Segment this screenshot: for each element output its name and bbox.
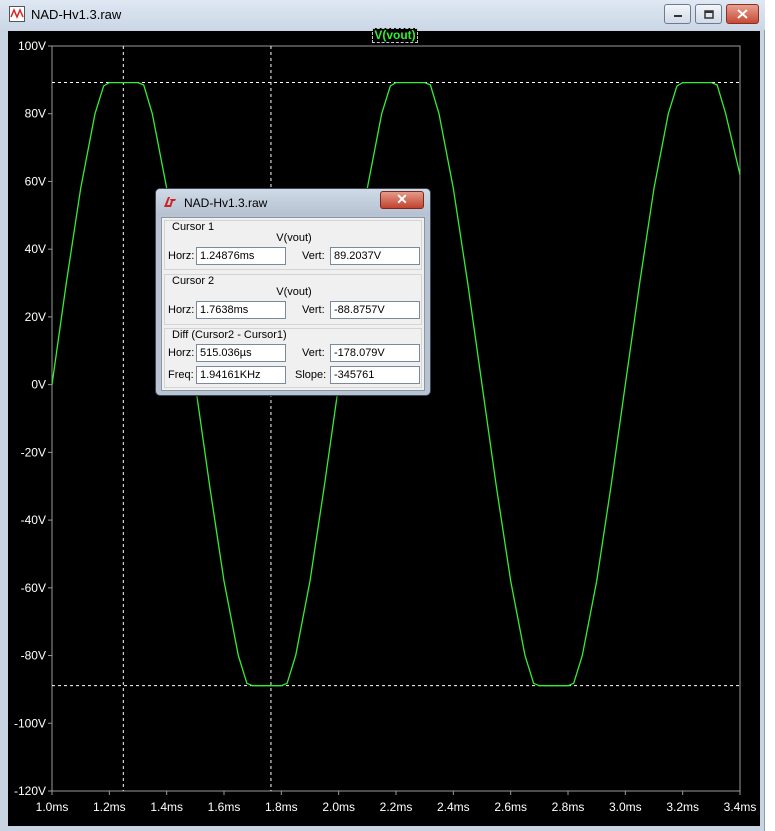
cursor-dialog: NAD-Hv1.3.raw ✕ Cursor 1 V(vout) Horz: 1… xyxy=(155,188,431,396)
waveform-window: NAD-Hv1.3.raw 100V 80V 60V 40V 20V 0V -20V -40V… xyxy=(0,0,765,831)
cursor1-vert-label: Vert: xyxy=(302,250,325,262)
cursor2-vert-field[interactable]: -88.8757V xyxy=(330,301,420,319)
y-tick-label: -60V xyxy=(21,581,46,595)
cursor2-vert-label: Vert: xyxy=(302,304,325,316)
plot-border xyxy=(51,45,741,792)
diff-vert-field[interactable]: -178.079V xyxy=(330,344,420,362)
cursor2-horz-label: Horz: xyxy=(168,304,195,316)
y-tick-label: -20V xyxy=(21,445,46,459)
diff-freq-label: Freq: xyxy=(168,369,194,381)
waveform-plot[interactable]: 100V 80V 60V 40V 20V 0V -20V -40V -60V -80V -100V -… xyxy=(0,0,765,831)
dialog-close-button[interactable]: ✕ xyxy=(380,191,424,209)
cursor2-signal: V(vout) xyxy=(276,286,312,298)
x-tick-label: 2.6ms xyxy=(494,800,527,814)
cursor1-vert-field[interactable]: 89.2037V xyxy=(330,247,420,265)
y-tick-label: 0V xyxy=(31,378,46,392)
diff-group: Diff (Cursor2 - Cursor1) Horz: 515.036µs… xyxy=(164,328,422,388)
y-tick-label: -40V xyxy=(21,513,46,527)
y-tick-label: 100V xyxy=(18,39,46,53)
cursor1-group: Cursor 1 V(vout) Horz: 1.24876ms Vert: 8… xyxy=(164,220,422,270)
cursor1-signal: V(vout) xyxy=(276,232,312,244)
diff-slope-label: Slope: xyxy=(295,369,327,381)
x-tick-label: 2.4ms xyxy=(437,800,470,814)
close-icon: ✕ xyxy=(396,191,408,207)
diff-horz-field[interactable]: 515.036µs xyxy=(196,344,286,362)
cursor1-horz-field[interactable]: 1.24876ms xyxy=(196,247,286,265)
diff-title: Diff (Cursor2 - Cursor1) xyxy=(172,329,287,341)
diff-slope-field[interactable]: -345761 xyxy=(330,366,420,384)
cursor2-group: Cursor 2 V(vout) Horz: 1.7638ms Vert: -8… xyxy=(164,274,422,325)
y-tick-label: 40V xyxy=(25,242,46,256)
x-tick-label: 2.0ms xyxy=(322,800,355,814)
dialog-titlebar[interactable]: NAD-Hv1.3.raw ✕ xyxy=(156,189,430,215)
x-tick-label: 1.2ms xyxy=(93,800,126,814)
cursor2-horz-field[interactable]: 1.7638ms xyxy=(196,301,286,319)
x-tick-label: 1.4ms xyxy=(150,800,183,814)
x-tick-label: 3.0ms xyxy=(609,800,642,814)
x-tick-label: 1.8ms xyxy=(265,800,298,814)
diff-horz-label: Horz: xyxy=(168,347,195,359)
dialog-body: Cursor 1 V(vout) Horz: 1.24876ms Vert: 8… xyxy=(161,217,425,391)
y-tick-label: -120V xyxy=(14,784,46,798)
x-tick-label: 3.2ms xyxy=(666,800,699,814)
background-edge xyxy=(765,0,775,831)
diff-freq-field[interactable]: 1.94161KHz xyxy=(196,366,286,384)
dialog-title: NAD-Hv1.3.raw xyxy=(184,196,268,210)
y-tick-label: 20V xyxy=(25,310,46,324)
lt-logo-icon xyxy=(164,197,176,207)
y-tick-label: 80V xyxy=(25,107,46,121)
x-tick-label: 1.0ms xyxy=(36,800,69,814)
x-tick-label: 1.6ms xyxy=(208,800,241,814)
x-tick-label: 2.8ms xyxy=(552,800,585,814)
x-tick-label: 3.4ms xyxy=(724,800,757,814)
diff-vert-label: Vert: xyxy=(302,347,325,359)
cursor1-horz-label: Horz: xyxy=(168,250,195,262)
y-tick-label: -100V xyxy=(14,716,46,730)
x-tick-label: 2.2ms xyxy=(380,800,413,814)
y-tick-label: 60V xyxy=(25,174,46,188)
y-tick-label: -80V xyxy=(21,649,46,663)
trace-label[interactable]: V(vout) xyxy=(372,28,418,43)
